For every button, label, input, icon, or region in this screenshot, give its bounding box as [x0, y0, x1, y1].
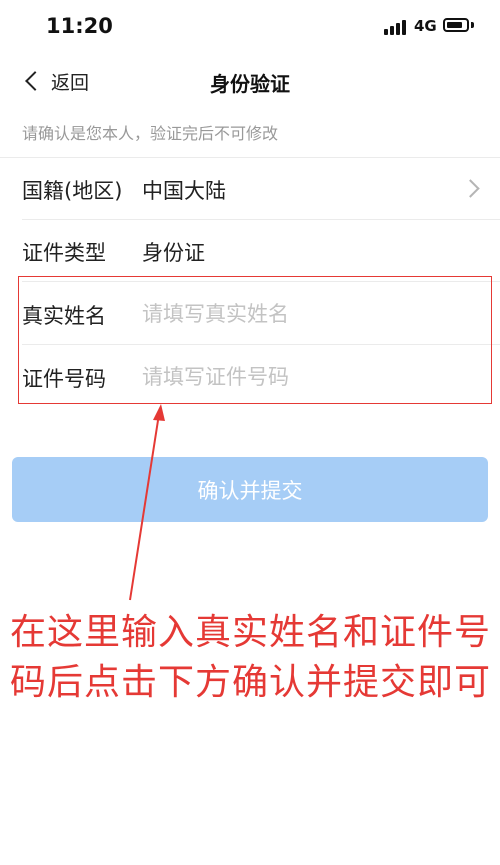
status-time: 11:20 [46, 14, 113, 38]
id-type-value: 身份证 [142, 241, 205, 265]
battery-cap [471, 22, 474, 28]
nationality-value: 中国大陆 [142, 179, 226, 203]
annotation-text: 在这里输入真实姓名和证件号码后点击下方确认并提交即可 [10, 612, 492, 703]
id-type-row: 证件类型 身份证 [0, 220, 500, 282]
status-bar: 11:20 4G [0, 0, 500, 56]
chevron-right-icon [461, 179, 480, 198]
notice-text: 请确认是您本人，验证完后不可修改 [22, 124, 279, 143]
nationality-row[interactable]: 国籍(地区) 中国大陆 [0, 158, 500, 220]
id-type-label: 证件类型 [22, 241, 106, 265]
signal-icon [384, 19, 410, 35]
battery-icon [443, 18, 469, 32]
nationality-label: 国籍(地区) [22, 179, 123, 203]
nav-bar: 返回 身份验证 [0, 56, 500, 106]
submit-button[interactable]: 确认并提交 [12, 457, 488, 522]
annotation-highlight-box [18, 276, 492, 404]
page-title: 身份验证 [210, 72, 290, 96]
network-label: 4G [414, 17, 437, 35]
